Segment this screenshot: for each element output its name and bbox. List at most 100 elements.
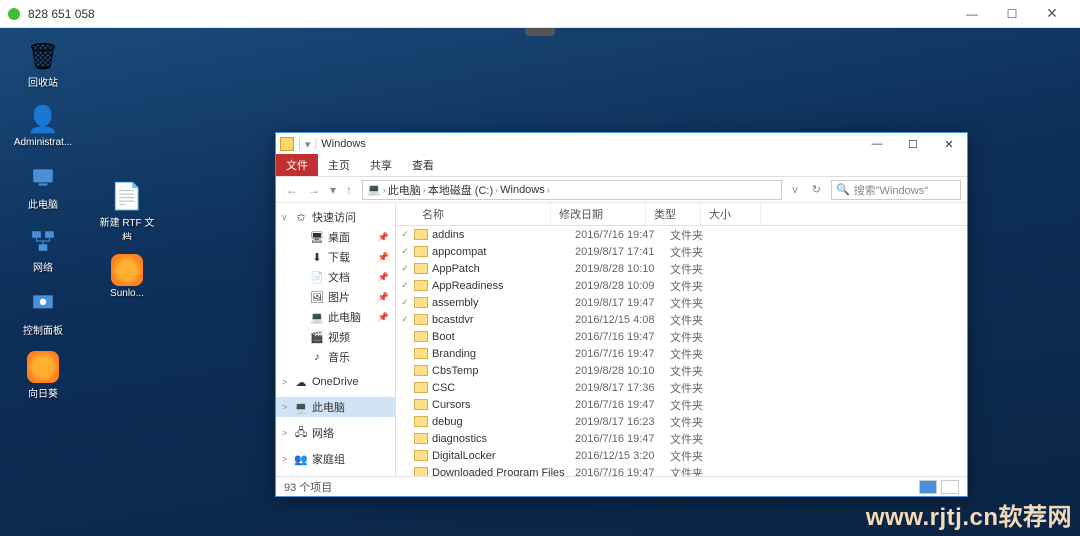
sidebar-glyph-icon: 💻 bbox=[294, 400, 308, 414]
refresh-button[interactable]: ↻ bbox=[808, 183, 825, 196]
remote-titlebar: 828 651 058 — ☐ ✕ bbox=[0, 0, 1080, 28]
search-icon: 🔍 bbox=[836, 183, 850, 196]
file-type: 文件夹 bbox=[662, 346, 717, 362]
file-type: 文件夹 bbox=[662, 397, 717, 413]
sidebar-item-图片[interactable]: 🖼图片📌 bbox=[276, 287, 395, 307]
desktop-icon-this-pc[interactable]: 此电脑 bbox=[8, 158, 78, 215]
file-row[interactable]: ✓assembly2019/8/17 19:47文件夹 bbox=[396, 294, 967, 311]
folder-icon bbox=[414, 348, 428, 359]
desktop-icon-sunlogin[interactable]: 向日葵 bbox=[8, 347, 78, 404]
breadcrumb-segment[interactable]: 本地磁盘 (C:) bbox=[428, 182, 493, 198]
sidebar-item-此电脑[interactable]: 💻此电脑📌 bbox=[276, 307, 395, 327]
desktop-icon-administrator[interactable]: 👤Administrat... bbox=[8, 99, 78, 152]
address-breadcrumb[interactable]: 💻›此电脑›本地磁盘 (C:)›Windows› bbox=[362, 180, 782, 200]
file-row[interactable]: CSC2019/8/17 17:36文件夹 bbox=[396, 379, 967, 396]
sidebar-network[interactable]: >🖧网络 bbox=[276, 423, 395, 443]
file-name: Cursors bbox=[432, 399, 567, 411]
sidebar-item-文档[interactable]: 📄文档📌 bbox=[276, 267, 395, 287]
sunlogin2-icon bbox=[111, 254, 143, 286]
breadcrumb-segment[interactable]: Windows bbox=[500, 184, 545, 196]
file-row[interactable]: ✓appcompat2019/8/17 17:41文件夹 bbox=[396, 243, 967, 260]
chevron-icon: > bbox=[282, 428, 290, 438]
file-row[interactable]: ✓bcastdvr2016/12/15 4:08文件夹 bbox=[396, 311, 967, 328]
desktop-icon-recycle-bin[interactable]: 🗑回收站 bbox=[8, 36, 78, 93]
nav-forward-button[interactable]: → bbox=[304, 183, 324, 197]
explorer-minimize-button[interactable]: — bbox=[859, 133, 895, 155]
col-date[interactable]: 修改日期 bbox=[551, 203, 646, 225]
view-switch bbox=[919, 480, 959, 494]
view-large-button[interactable] bbox=[941, 480, 959, 494]
file-date: 2019/8/28 10:10 bbox=[567, 263, 662, 275]
file-type: 文件夹 bbox=[662, 295, 717, 311]
breadcrumb-segment[interactable]: 此电脑 bbox=[388, 182, 421, 198]
file-row[interactable]: Downloaded Program Files2016/7/16 19:47文… bbox=[396, 464, 967, 476]
desktop-icon-network[interactable]: 网络 bbox=[8, 221, 78, 278]
nav-up-button[interactable]: ↑ bbox=[342, 183, 356, 197]
recycle-bin-icon: 🗑 bbox=[27, 40, 59, 72]
file-row[interactable]: ✓AppReadiness2019/8/28 10:09文件夹 bbox=[396, 277, 967, 294]
file-row[interactable]: CbsTemp2019/8/28 10:10文件夹 bbox=[396, 362, 967, 379]
desktop-icon-label: 向日葵 bbox=[28, 385, 58, 400]
remote-minimize-button[interactable]: — bbox=[952, 0, 992, 28]
remote-desktop[interactable]: 🗑回收站 👤Administrat... 此电脑网络控制面板向日葵 📄新建 RTF … bbox=[0, 28, 1080, 536]
desktop-icon-control-panel[interactable]: 控制面板 bbox=[8, 284, 78, 341]
sidebar-quick-access[interactable]: v✩快速访问 bbox=[276, 207, 395, 227]
explorer-window: | ▾ | Windows — ☐ ✕ 文件主页共享查看 ← → ▾ ↑ bbox=[275, 132, 968, 497]
sidebar-item-视频[interactable]: 🎬视频 bbox=[276, 327, 395, 347]
col-name[interactable]: 名称 bbox=[396, 203, 551, 225]
sidebar-homegroup[interactable]: >👥家庭组 bbox=[276, 449, 395, 469]
desktop-icon-new-rtf[interactable]: 📄新建 RTF 文档 bbox=[92, 176, 162, 244]
folder-icon bbox=[414, 399, 428, 410]
file-date: 2019/8/17 16:23 bbox=[567, 416, 662, 428]
explorer-titlebar[interactable]: | ▾ | Windows — ☐ ✕ bbox=[276, 133, 967, 155]
ribbon-tab-1[interactable]: 主页 bbox=[318, 154, 360, 176]
explorer-maximize-button[interactable]: ☐ bbox=[895, 133, 931, 155]
file-row[interactable]: debug2019/8/17 16:23文件夹 bbox=[396, 413, 967, 430]
explorer-address-row: ← → ▾ ↑ 💻›此电脑›本地磁盘 (C:)›Windows› v ↻ 🔍 搜… bbox=[276, 177, 967, 203]
sidebar-item-label: 文档 bbox=[328, 269, 350, 285]
nav-recent-button[interactable]: ▾ bbox=[326, 183, 340, 197]
file-row[interactable]: Cursors2016/7/16 19:47文件夹 bbox=[396, 396, 967, 413]
remote-maximize-button[interactable]: ☐ bbox=[992, 0, 1032, 28]
sidebar-glyph-icon: 💻 bbox=[310, 310, 324, 324]
sidebar-onedrive[interactable]: >☁OneDrive bbox=[276, 373, 395, 391]
nav-back-button[interactable]: ← bbox=[282, 183, 302, 197]
file-row[interactable]: Boot2016/7/16 19:47文件夹 bbox=[396, 328, 967, 345]
file-row[interactable]: ✓AppPatch2019/8/28 10:10文件夹 bbox=[396, 260, 967, 277]
col-type[interactable]: 类型 bbox=[646, 203, 701, 225]
file-row[interactable]: Branding2016/7/16 19:47文件夹 bbox=[396, 345, 967, 362]
file-row[interactable]: DigitalLocker2016/12/15 3:20文件夹 bbox=[396, 447, 967, 464]
pin-icon: 📌 bbox=[378, 272, 389, 283]
ribbon-tab-3[interactable]: 查看 bbox=[402, 154, 444, 176]
desktop-icon-sunlogin2[interactable]: Sunlo... bbox=[92, 250, 162, 303]
pin-indicator: ✓ bbox=[396, 297, 414, 308]
folder-icon bbox=[414, 280, 428, 291]
explorer-close-button[interactable]: ✕ bbox=[931, 133, 967, 155]
ribbon-tab-2[interactable]: 共享 bbox=[360, 154, 402, 176]
qat-icon[interactable]: ▾ bbox=[305, 138, 311, 151]
col-size[interactable]: 大小 bbox=[701, 203, 761, 225]
qat-sep2: | bbox=[314, 138, 317, 150]
ribbon-tab-0[interactable]: 文件 bbox=[276, 154, 318, 176]
desktop-icons-column1: 🗑回收站 👤Administrat... 此电脑网络控制面板向日葵 bbox=[8, 36, 78, 404]
view-details-button[interactable] bbox=[919, 480, 937, 494]
file-name: AppReadiness bbox=[432, 280, 567, 292]
explorer-search-input[interactable]: 🔍 搜索"Windows" bbox=[831, 180, 961, 200]
sunlogin-icon bbox=[27, 351, 59, 383]
remote-close-button[interactable]: ✕ bbox=[1032, 0, 1072, 28]
folder-icon bbox=[414, 229, 428, 240]
folder-icon bbox=[280, 137, 294, 151]
file-row[interactable]: ✓addins2016/7/16 19:47文件夹 bbox=[396, 226, 967, 243]
file-type: 文件夹 bbox=[662, 431, 717, 447]
folder-icon bbox=[414, 314, 428, 325]
chevron-right-icon: › bbox=[495, 185, 498, 195]
sidebar-item-桌面[interactable]: 🖥桌面📌 bbox=[276, 227, 395, 247]
sidebar-this-pc[interactable]: >💻此电脑 bbox=[276, 397, 395, 417]
breadcrumb-dropdown-button[interactable]: v bbox=[788, 184, 802, 196]
file-name: diagnostics bbox=[432, 433, 567, 445]
remote-toolbar-handle[interactable] bbox=[525, 28, 555, 36]
sidebar-item-音乐[interactable]: ♪音乐 bbox=[276, 347, 395, 367]
sidebar-item-下载[interactable]: ⬇下载📌 bbox=[276, 247, 395, 267]
chevron-right-icon: › bbox=[547, 185, 550, 195]
file-row[interactable]: diagnostics2016/7/16 19:47文件夹 bbox=[396, 430, 967, 447]
